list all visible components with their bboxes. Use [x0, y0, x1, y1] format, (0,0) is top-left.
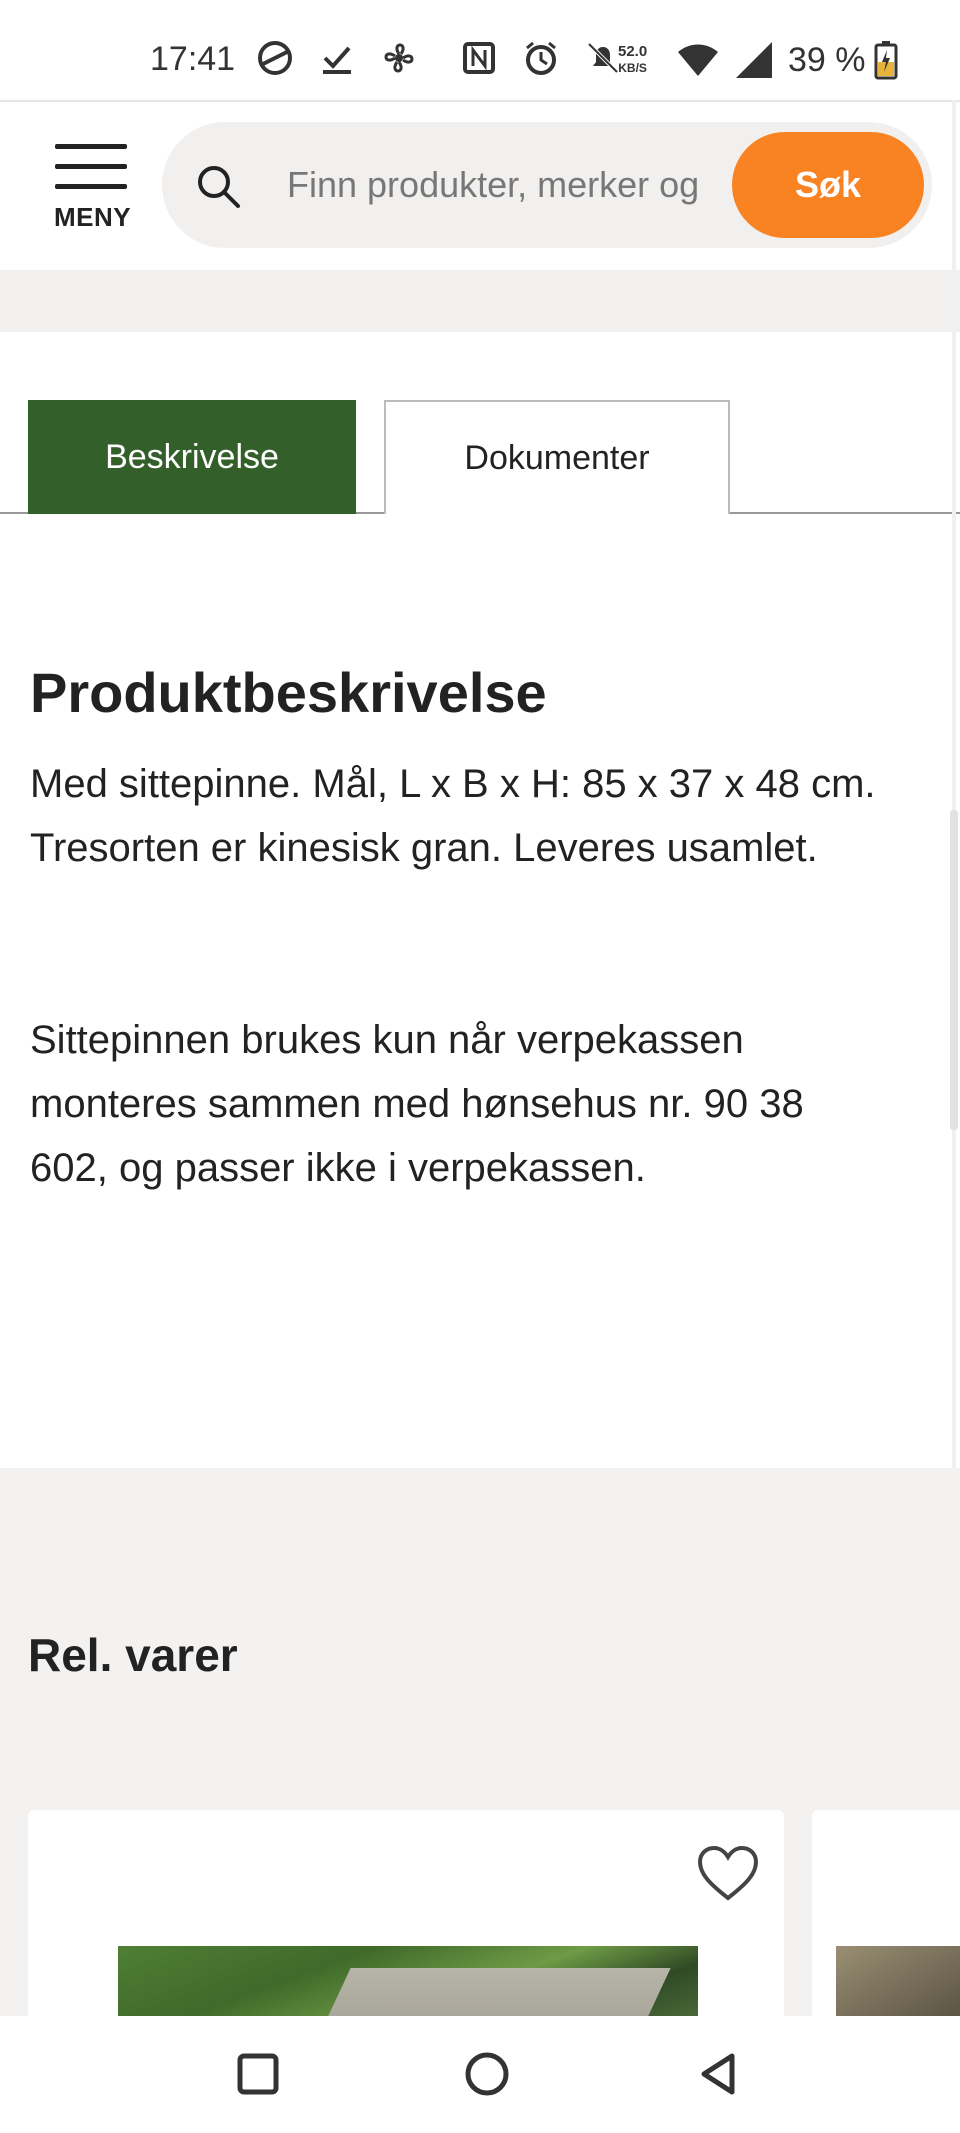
tab-beskrivelse[interactable]: Beskrivelse [28, 400, 356, 514]
circle-icon[interactable] [457, 2044, 517, 2104]
square-icon[interactable] [228, 2044, 288, 2104]
heart-icon[interactable] [696, 1844, 760, 1904]
tab-dokumenter[interactable]: Dokumenter [384, 400, 730, 514]
signal-icon [736, 42, 772, 78]
status-bar: 17:41 52.0 KB/S 39 % [0, 0, 960, 100]
network-speed: 52.0 KB/S [618, 44, 647, 76]
system-nav-bar [0, 2016, 960, 2133]
hamburger-icon-line [55, 164, 127, 169]
product-tabs: Beskrivelse Dokumenter [0, 400, 960, 514]
related-title: Rel. varer [28, 1629, 238, 1681]
battery-charging-icon [874, 41, 897, 80]
menu-label: MENY [54, 202, 132, 232]
description-paragraph-1: Med sittepinne. Mål, L x B x H: 85 x 37 … [30, 762, 876, 870]
nfc-icon [463, 42, 495, 74]
search-icon [198, 166, 240, 208]
status-time: 17:41 [150, 40, 236, 78]
status-icons [255, 38, 623, 78]
hamburger-icon-line [55, 184, 127, 189]
battery: 39 % [788, 40, 898, 80]
related-products-section: Rel. varer [0, 1468, 960, 2116]
net-speed-value: 52.0 [618, 43, 648, 60]
bell-off-icon [587, 42, 619, 74]
scrollbar-thumb[interactable] [950, 810, 958, 1130]
alarm-icon [526, 41, 556, 75]
description-title: Produktbeskrivelse [30, 661, 547, 724]
fan-icon [384, 43, 414, 73]
menu-button[interactable]: MENY [40, 140, 150, 232]
battery-level: 39 % [788, 40, 866, 79]
hamburger-icon [55, 144, 127, 149]
triangle-back-icon[interactable] [688, 2044, 748, 2104]
net-speed-unit: KB/S [618, 61, 647, 75]
search-button[interactable]: Søk [732, 132, 924, 238]
download-done-icon [323, 46, 351, 74]
sync-icon [258, 41, 292, 75]
search-bar: Søk [162, 122, 932, 248]
header-divider [0, 270, 960, 332]
wifi-icon [678, 44, 718, 76]
description-paragraph-2: Sittepinnen brukes kun når verpekassen m… [30, 1018, 804, 1190]
